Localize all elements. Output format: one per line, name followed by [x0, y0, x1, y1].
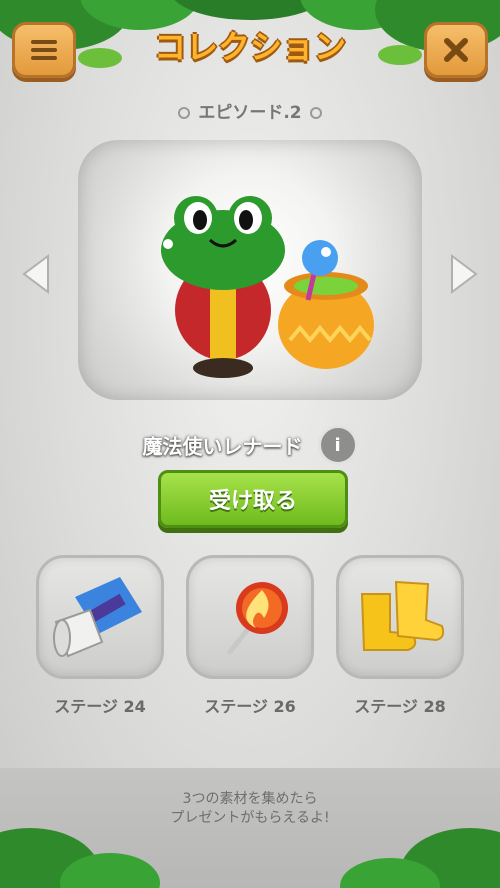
previous-arrow-button[interactable] — [18, 252, 54, 296]
character-frame — [78, 140, 422, 400]
stage-label: ステージ 28 — [354, 697, 446, 716]
episode-text: エピソード.2 — [198, 103, 302, 123]
dot-icon — [178, 107, 191, 119]
stage-label: ステージ 26 — [204, 697, 296, 716]
episode-label: エピソード.2 — [0, 98, 500, 123]
material-item[interactable]: ステージ 26 — [185, 555, 315, 717]
stone-floor — [0, 768, 500, 888]
hint-line-2: プレゼントがもらえるよ! — [170, 810, 330, 826]
dot-icon — [309, 107, 322, 119]
fire-wand-icon — [227, 582, 288, 655]
next-arrow-button[interactable] — [446, 252, 482, 296]
hint-line-1: 3つの素材を集めたら — [182, 791, 318, 807]
material-item[interactable]: ステージ 28 — [335, 555, 465, 717]
material-item[interactable]: ステージ 24 — [35, 555, 165, 717]
scroll-icon — [53, 577, 142, 658]
material-slot — [36, 555, 164, 679]
hint-text: 3つの素材を集めたら プレゼントがもらえるよ! — [0, 790, 500, 828]
material-slot — [186, 555, 314, 679]
character-illustration — [161, 196, 374, 378]
character-name-row: 魔法使いレナード i — [0, 425, 500, 465]
close-button[interactable] — [424, 22, 488, 78]
yellow-boots-icon — [360, 580, 445, 651]
receive-button[interactable]: 受け取る — [158, 470, 348, 528]
stage-label: ステージ 24 — [54, 697, 146, 716]
material-slot — [336, 555, 464, 679]
close-icon — [444, 38, 468, 62]
character-name: 魔法使いレナード — [142, 434, 303, 459]
info-button[interactable]: i — [317, 425, 358, 465]
